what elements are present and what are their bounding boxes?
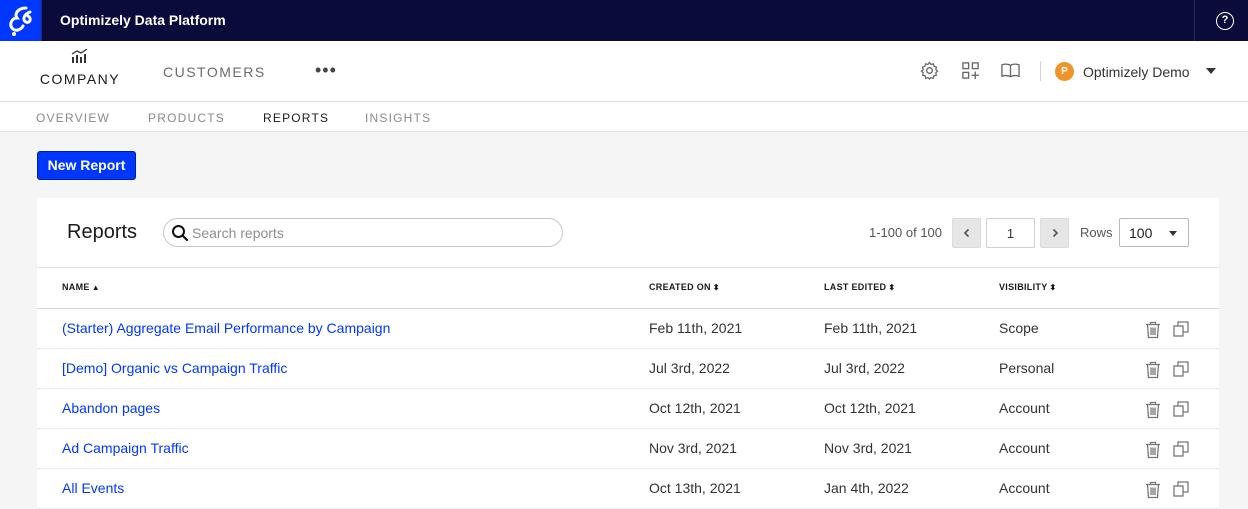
nav-divider: [1040, 61, 1041, 81]
caret-down-icon: [1169, 231, 1177, 236]
visibility-value: Personal: [999, 360, 1055, 376]
created-date: Nov 3rd, 2021: [649, 440, 737, 456]
report-name-link[interactable]: (Starter) Aggregate Email Performance by…: [62, 320, 390, 336]
created-date: Jul 3rd, 2022: [649, 360, 730, 376]
settings-icon[interactable]: [920, 61, 939, 80]
top-bar: Optimizely Data Platform ?: [0, 0, 1248, 41]
more-icon[interactable]: •••: [315, 60, 337, 81]
sort-asc-icon: ▲: [91, 283, 100, 292]
apps-grid-icon[interactable]: [961, 61, 980, 80]
next-page-button[interactable]: [1040, 218, 1069, 248]
trash-icon[interactable]: [1145, 361, 1161, 379]
column-header-label: VISIBILITY: [999, 282, 1048, 292]
copy-icon[interactable]: [1173, 441, 1189, 457]
rows-per-page-value: 100: [1129, 225, 1153, 241]
main-nav: COMPANY CUSTOMERS ••• P Optimizely Demo: [0, 41, 1248, 102]
sort-icon: ⬍: [1049, 283, 1057, 292]
tab-reports[interactable]: REPORTS: [263, 111, 329, 125]
last-edited-date: Nov 3rd, 2021: [824, 440, 912, 456]
book-icon[interactable]: [1000, 61, 1021, 80]
rows-per-page-select[interactable]: 100: [1119, 218, 1189, 247]
tab-overview[interactable]: OVERVIEW: [36, 111, 110, 125]
chevron-down-icon[interactable]: [1206, 68, 1216, 74]
last-edited-date: Feb 11th, 2021: [824, 320, 918, 336]
trash-icon[interactable]: [1145, 321, 1161, 339]
copy-icon[interactable]: [1173, 361, 1189, 377]
company-chart-icon: [71, 49, 88, 63]
company-label: COMPANY: [39, 71, 121, 87]
user-menu-label[interactable]: Optimizely Demo: [1083, 64, 1190, 80]
tab-insights[interactable]: INSIGHTS: [365, 111, 431, 125]
copy-icon[interactable]: [1173, 481, 1189, 497]
help-divider: [1194, 0, 1195, 41]
search-box[interactable]: [163, 218, 563, 247]
report-name-link[interactable]: [Demo] Organic vs Campaign Traffic: [62, 360, 287, 376]
help-icon[interactable]: ?: [1216, 12, 1234, 30]
copy-icon[interactable]: [1173, 321, 1189, 337]
visibility-value: Account: [999, 440, 1050, 456]
page-title: Reports: [67, 221, 138, 243]
prev-page-button[interactable]: [952, 218, 981, 248]
table-divider: [37, 267, 1219, 268]
trash-icon[interactable]: [1145, 441, 1161, 459]
column-header-label: LAST EDITED: [824, 282, 887, 292]
table-row: (Starter) Aggregate Email Performance by…: [37, 309, 1219, 349]
visibility-value: Account: [999, 400, 1050, 416]
column-header-label: CREATED ON: [649, 282, 711, 292]
search-input[interactable]: [192, 220, 552, 245]
report-name-link[interactable]: Ad Campaign Traffic: [62, 440, 189, 456]
report-name-link[interactable]: Abandon pages: [62, 400, 160, 416]
chevron-left-icon: [963, 228, 969, 238]
created-date: Feb 11th, 2021: [649, 320, 743, 336]
nav-company[interactable]: COMPANY: [36, 49, 124, 87]
table-row: Ad Campaign Traffic Nov 3rd, 2021 Nov 3r…: [37, 429, 1219, 469]
column-header-label: NAME: [62, 282, 90, 292]
report-name-link[interactable]: All Events: [62, 480, 124, 496]
visibility-value: Scope: [999, 320, 1039, 336]
table-row: Abandon pages Oct 12th, 2021 Oct 12th, 2…: [37, 389, 1219, 429]
copy-icon[interactable]: [1173, 401, 1189, 417]
avatar[interactable]: P: [1055, 62, 1074, 81]
rows-label: Rows: [1080, 225, 1113, 240]
nav-customers[interactable]: CUSTOMERS: [163, 64, 266, 80]
trash-icon[interactable]: [1145, 401, 1161, 419]
sub-nav: OVERVIEW PRODUCTS REPORTS INSIGHTS: [0, 102, 1248, 132]
chevron-right-icon: [1052, 228, 1058, 238]
new-report-button[interactable]: New Report: [37, 151, 136, 180]
created-date: Oct 13th, 2021: [649, 480, 741, 496]
visibility-value: Account: [999, 480, 1050, 496]
last-edited-date: Oct 12th, 2021: [824, 400, 916, 416]
sort-icon: ⬍: [888, 283, 896, 292]
table-row: [Demo] Organic vs Campaign Traffic Jul 3…: [37, 349, 1219, 389]
column-header-visibility[interactable]: VISIBILITY ⬍: [999, 282, 1057, 292]
trash-icon[interactable]: [1145, 481, 1161, 499]
reports-card: Reports 1-100 of 100 Rows 100 NAME▲ CREA…: [37, 198, 1219, 509]
topbar-divider: [41, 0, 42, 41]
table-row: All Events Oct 13th, 2021 Jan 4th, 2022 …: [37, 469, 1219, 509]
last-edited-date: Jan 4th, 2022: [824, 480, 909, 496]
search-icon: [172, 225, 189, 242]
column-header-last-edited[interactable]: LAST EDITED ⬍: [824, 282, 895, 292]
column-header-created[interactable]: CREATED ON ⬍: [649, 282, 720, 292]
page-number-input[interactable]: [986, 218, 1035, 248]
column-header-name[interactable]: NAME ▲: [62, 282, 100, 292]
pagination-info: 1-100 of 100: [869, 225, 943, 240]
tab-products[interactable]: PRODUCTS: [148, 111, 225, 125]
optimizely-logo-icon[interactable]: [0, 0, 41, 41]
app-title: Optimizely Data Platform: [60, 12, 226, 28]
created-date: Oct 12th, 2021: [649, 400, 741, 416]
last-edited-date: Jul 3rd, 2022: [824, 360, 905, 376]
sort-icon: ⬍: [712, 283, 720, 292]
